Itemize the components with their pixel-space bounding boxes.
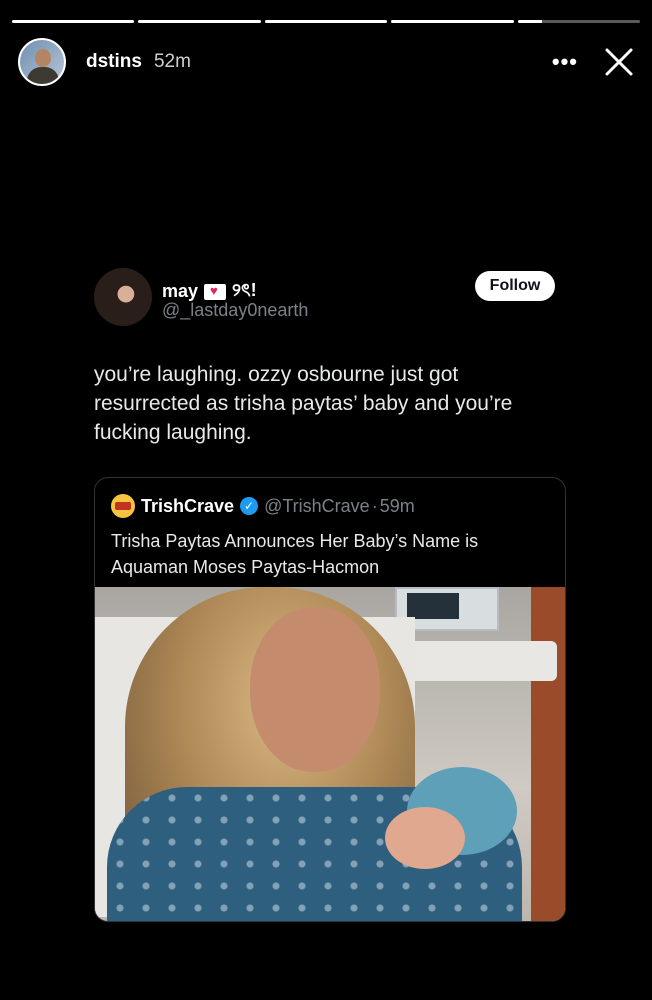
trishcrave-logo-icon [111, 494, 135, 518]
love-letter-icon [204, 283, 227, 300]
story-progress-bar [12, 20, 641, 23]
photo-table [407, 641, 557, 681]
progress-segment-fill [391, 20, 514, 23]
tweet-handle[interactable]: @_lastday0nearth [162, 300, 308, 321]
story-header: dstins 52m ••• [18, 38, 634, 86]
progress-segment-fill [12, 20, 135, 23]
close-icon[interactable] [604, 47, 634, 77]
quoted-tweet-time: 59m [379, 495, 415, 516]
progress-segment-fill [138, 20, 261, 23]
progress-segment [264, 20, 388, 23]
tweet-card[interactable]: may ୨ৎ! @_lastday0nearth Follow you’re l… [78, 250, 573, 940]
story-username[interactable]: dstins [86, 51, 142, 73]
tweet-name-text: may [162, 281, 199, 301]
progress-segment [391, 20, 514, 23]
quoted-tweet[interactable]: TrishCrave ✓ @TrishCrave · 59m Trisha Pa… [94, 477, 566, 922]
quoted-tweet-text: Trisha Paytas Announces Her Baby’s Name … [111, 531, 479, 577]
progress-segment [517, 20, 641, 23]
photo-face [250, 607, 380, 772]
quoted-tweet-photo[interactable] [95, 587, 565, 921]
progress-segment-fill [517, 20, 543, 23]
progress-segment-fill [264, 20, 388, 23]
avatar-head [35, 49, 51, 67]
tweet-avatar[interactable] [94, 268, 152, 326]
more-options-icon[interactable]: ••• [552, 49, 578, 75]
photo-door [531, 587, 565, 921]
story-time: 52m [153, 51, 191, 72]
avatar-body [27, 67, 59, 84]
avatar[interactable] [18, 38, 66, 86]
progress-segment [138, 20, 261, 23]
tweet-text: you’re laughing. ozzy osbourne just got … [94, 363, 513, 444]
quoted-tweet-handle[interactable]: @TrishCrave [264, 496, 370, 517]
quoted-tweet-header: TrishCrave ✓ @TrishCrave · 59m [111, 494, 415, 518]
follow-button[interactable]: Follow [475, 271, 555, 301]
quoted-tweet-separator: · [371, 495, 378, 516]
photo-baby-face [385, 807, 465, 869]
quoted-tweet-name[interactable]: TrishCrave [141, 496, 234, 517]
verified-badge-icon: ✓ [240, 497, 259, 515]
progress-segment [12, 20, 135, 23]
